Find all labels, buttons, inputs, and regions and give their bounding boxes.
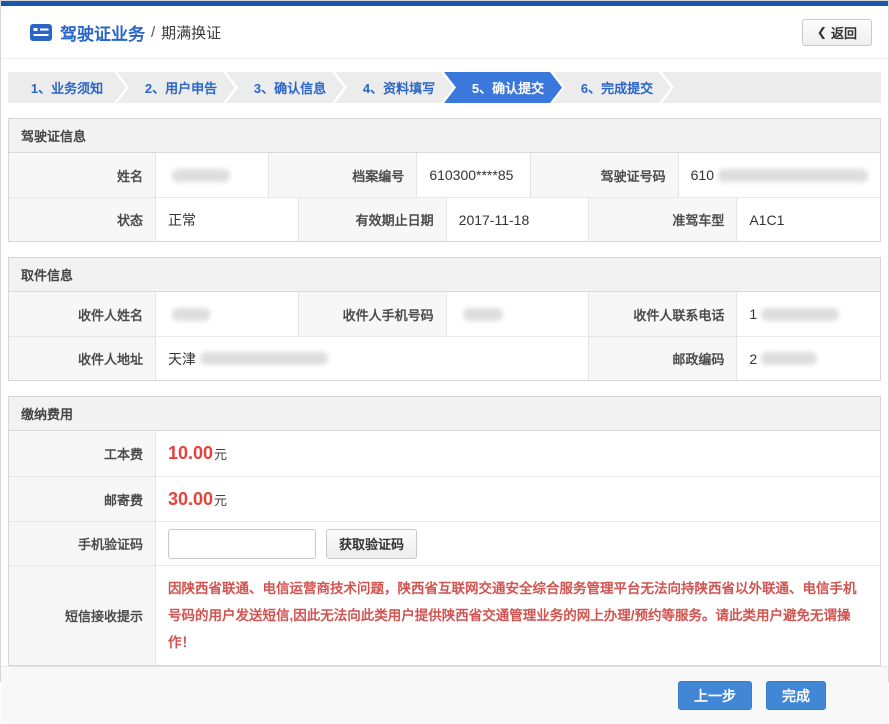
- back-button[interactable]: ❮ 返回: [802, 19, 872, 46]
- step-1-business-notice: 1、业务须知: [8, 72, 126, 103]
- recipient-address-prefix: 天津: [168, 349, 196, 369]
- step-label: 4、资料填写: [363, 78, 435, 97]
- step-bar-filler: [662, 72, 881, 103]
- step-4-fill-data: 4、资料填写: [335, 72, 453, 103]
- main-content: 驾驶证信息 姓名 档案编号 610300****85 驾驶证号码 610 状态 …: [1, 103, 888, 666]
- step-2-user-declaration: 2、用户申告: [117, 72, 235, 103]
- sms-tip-text: 因陕西省联通、电信运营商技术问题，陕西省互联网交通安全综合服务管理平台无法向持陕…: [168, 575, 868, 656]
- recipient-name-label: 收件人姓名: [9, 292, 156, 336]
- table-row: 收件人姓名 收件人手机号码 收件人联系电话 1: [9, 292, 880, 336]
- license-no-value: 610: [679, 153, 880, 197]
- recipient-address-value: 天津: [156, 336, 589, 380]
- recipient-mobile-label: 收件人手机号码: [299, 292, 447, 336]
- step-3-confirm-info: 3、确认信息: [226, 72, 344, 103]
- postal-code-prefix: 2: [749, 351, 757, 367]
- recipient-phone-label: 收件人联系电话: [589, 292, 737, 336]
- license-form-icon: [30, 24, 52, 41]
- captcha-label: 手机验证码: [9, 521, 156, 565]
- license-no-prefix: 610: [691, 167, 714, 183]
- work-fee-label: 工本费: [9, 431, 156, 476]
- step-5-confirm-submit-active: 5、确认提交: [444, 72, 562, 103]
- recipient-address-label: 收件人地址: [9, 336, 156, 380]
- pickup-info-title: 取件信息: [9, 258, 880, 292]
- breadcrumb-current: 期满换证: [161, 22, 221, 43]
- mail-fee-unit: 元: [214, 490, 227, 509]
- table-row: 工本费 10.00元: [9, 431, 880, 476]
- name-value: [156, 153, 269, 197]
- mail-fee-amount: 30.00: [168, 489, 213, 510]
- license-info-panel: 驾驶证信息 姓名 档案编号 610300****85 驾驶证号码 610 状态 …: [8, 118, 881, 242]
- work-fee-amount: 10.00: [168, 443, 213, 464]
- step-label: 5、确认提交: [472, 78, 544, 97]
- table-row: 姓名 档案编号 610300****85 驾驶证号码 610: [9, 153, 880, 197]
- captcha-input[interactable]: [168, 529, 316, 559]
- recipient-phone-prefix: 1: [749, 306, 757, 322]
- status-label: 状态: [9, 197, 156, 241]
- redacted-license-no: [718, 169, 868, 182]
- captcha-cell: 获取验证码: [156, 521, 880, 565]
- page-title: 驾驶证业务: [60, 20, 145, 45]
- license-info-title: 驾驶证信息: [9, 119, 880, 153]
- expiry-label: 有效期止日期: [299, 197, 447, 241]
- recipient-phone-value: 1: [737, 292, 880, 336]
- step-6-complete-submit: 6、完成提交: [553, 72, 671, 103]
- footer-action-bar: 上一步 完成: [1, 666, 888, 724]
- vehicle-class-value: A1C1: [737, 197, 880, 241]
- recipient-mobile-value: [447, 292, 590, 336]
- postal-code-value: 2: [737, 336, 880, 380]
- back-chevron-icon: ❮: [817, 25, 827, 39]
- finish-button[interactable]: 完成: [766, 681, 826, 710]
- redacted-postal-code: [761, 352, 817, 365]
- page-header: 驾驶证业务 / 期满换证 ❮ 返回: [1, 6, 888, 59]
- status-value: 正常: [156, 197, 299, 241]
- page: 驾驶证业务 / 期满换证 ❮ 返回 1、业务须知 2、用户申告 3、确认信息 4…: [0, 0, 889, 682]
- table-row: 状态 正常 有效期止日期 2017-11-18 准驾车型 A1C1: [9, 197, 880, 241]
- recipient-name-value: [156, 292, 299, 336]
- redacted-recipient-phone: [761, 308, 839, 321]
- redacted-recipient-name: [172, 308, 210, 321]
- back-button-label: 返回: [831, 23, 857, 42]
- step-label: 6、完成提交: [581, 78, 653, 97]
- step-label: 3、确认信息: [254, 78, 326, 97]
- breadcrumb-separator: /: [151, 24, 155, 41]
- name-label: 姓名: [9, 153, 156, 197]
- postal-code-label: 邮政编码: [589, 336, 737, 380]
- redacted-recipient-mobile: [463, 308, 503, 321]
- license-no-label: 驾驶证号码: [531, 153, 679, 197]
- step-label: 2、用户申告: [145, 78, 217, 97]
- mail-fee-label: 邮寄费: [9, 476, 156, 521]
- vehicle-class-label: 准驾车型: [589, 197, 737, 241]
- step-progress-bar: 1、业务须知 2、用户申告 3、确认信息 4、资料填写 5、确认提交 6、完成提…: [8, 72, 881, 103]
- work-fee-unit: 元: [214, 444, 227, 463]
- work-fee-value: 10.00元: [156, 431, 880, 476]
- table-row: 邮寄费 30.00元: [9, 476, 880, 521]
- file-no-label: 档案编号: [269, 153, 417, 197]
- file-no-value: 610300****85: [417, 153, 530, 197]
- redacted-name: [172, 169, 230, 182]
- step-label: 1、业务须知: [31, 78, 103, 97]
- redacted-recipient-address: [200, 352, 328, 365]
- previous-step-button[interactable]: 上一步: [678, 681, 752, 710]
- table-row: 收件人地址 天津 邮政编码 2: [9, 336, 880, 380]
- pickup-info-panel: 取件信息 收件人姓名 收件人手机号码 收件人联系电话 1 收件人地址 天津 邮政…: [8, 257, 881, 381]
- mail-fee-value: 30.00元: [156, 476, 880, 521]
- expiry-value: 2017-11-18: [447, 197, 590, 241]
- sms-tip-label: 短信接收提示: [9, 565, 156, 665]
- fee-panel: 缴纳费用 工本费 10.00元 邮寄费 30.00元 手机验证码 获取验证码 短…: [8, 396, 881, 666]
- table-row: 短信接收提示 因陕西省联通、电信运营商技术问题，陕西省互联网交通安全综合服务管理…: [9, 565, 880, 665]
- table-row: 手机验证码 获取验证码: [9, 521, 880, 565]
- fee-panel-title: 缴纳费用: [9, 397, 880, 431]
- get-captcha-button[interactable]: 获取验证码: [326, 529, 417, 559]
- sms-tip-cell: 因陕西省联通、电信运营商技术问题，陕西省互联网交通安全综合服务管理平台无法向持陕…: [156, 565, 880, 665]
